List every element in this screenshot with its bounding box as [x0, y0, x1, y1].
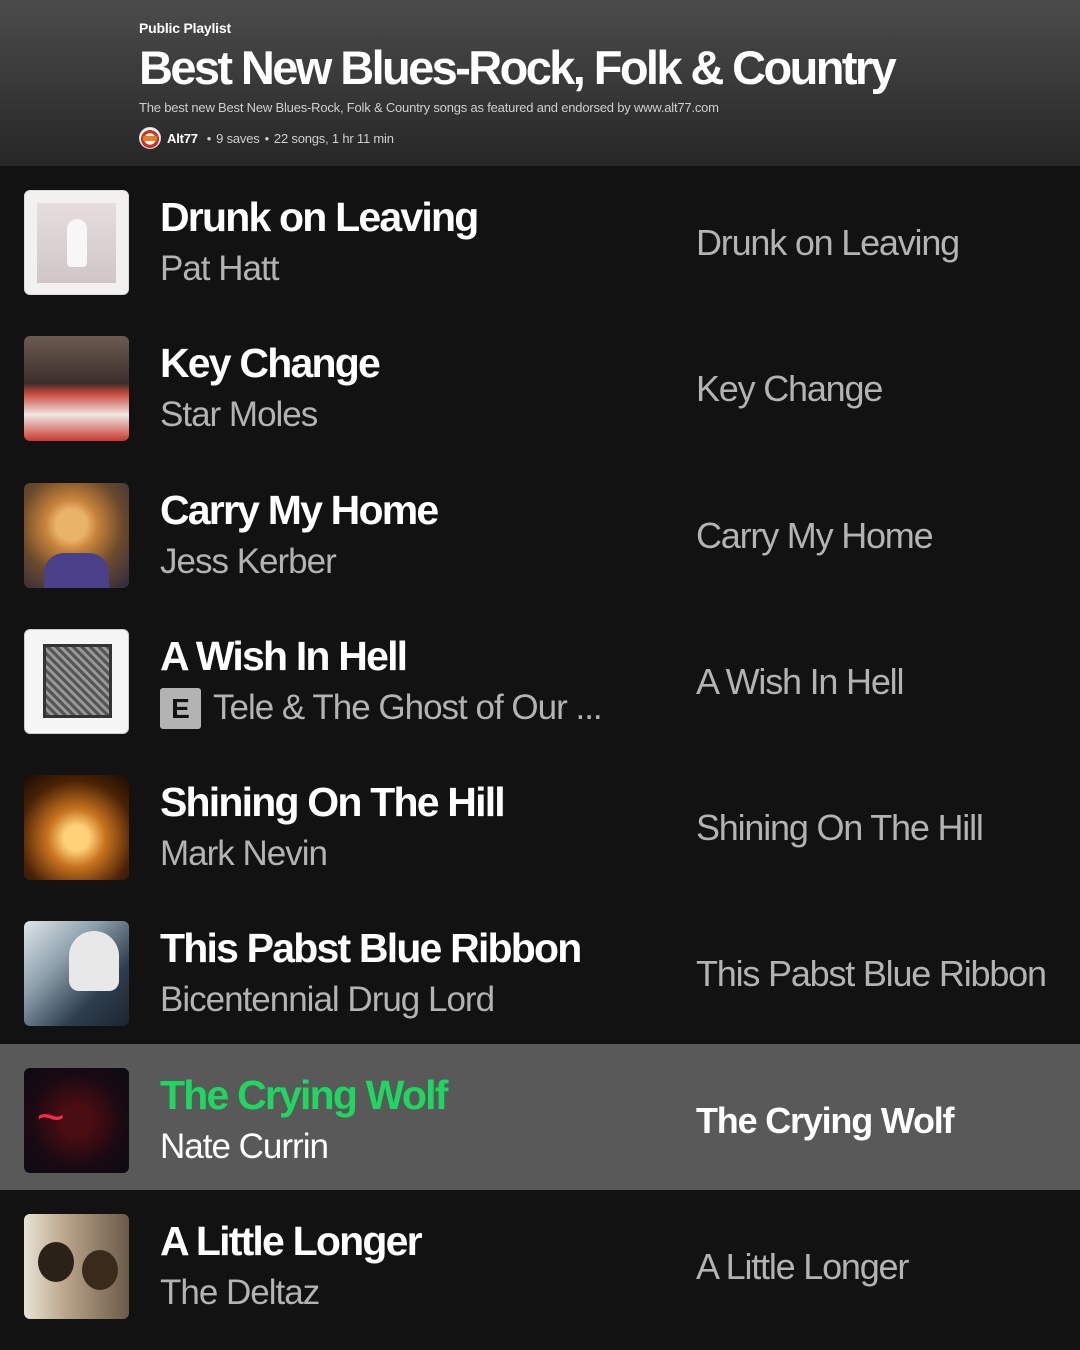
- meta-separator: •: [264, 130, 270, 146]
- track-row[interactable]: This Pabst Blue Ribbon Bicentennial Drug…: [0, 897, 1080, 1043]
- track-album[interactable]: A Little Longer: [696, 1246, 909, 1288]
- track-album[interactable]: Drunk on Leaving: [696, 222, 960, 264]
- track-album[interactable]: Key Change: [696, 368, 883, 410]
- track-title[interactable]: A Little Longer: [160, 1218, 423, 1265]
- track-artist[interactable]: Jess Kerber: [160, 542, 337, 582]
- album-art[interactable]: [24, 628, 129, 734]
- track-row[interactable]: A Little Longer The Deltaz A Little Long…: [0, 1190, 1080, 1336]
- playlist-meta: Alt77 • 9 saves • 22 songs, 1 hr 11 min: [139, 127, 1060, 149]
- track-row-active[interactable]: The Crying Wolf Nate Currin The Crying W…: [0, 1043, 1080, 1191]
- album-art[interactable]: [24, 775, 129, 881]
- track-album[interactable]: Shining On The Hill: [696, 807, 984, 849]
- track-title[interactable]: The Crying Wolf: [160, 1072, 448, 1119]
- playlist-header: Public Playlist Best New Blues-Rock, Fol…: [0, 0, 1080, 166]
- track-row[interactable]: Key Change Star Moles Key Change: [0, 312, 1080, 458]
- track-row[interactable]: Shining On The Hill Mark Nevin Shining O…: [0, 751, 1080, 897]
- track-artist[interactable]: Tele & The Ghost of Our ...: [213, 688, 603, 728]
- track-artist[interactable]: Bicentennial Drug Lord: [160, 980, 495, 1020]
- track-title[interactable]: Drunk on Leaving: [160, 194, 479, 241]
- track-artist[interactable]: Pat Hatt: [160, 249, 279, 289]
- track-album[interactable]: A Wish In Hell: [696, 661, 904, 703]
- track-artist[interactable]: Mark Nevin: [160, 834, 328, 874]
- playlist-title: Best New Blues-Rock, Folk & Country: [139, 41, 897, 94]
- playlist-description: The best new Best New Blues-Rock, Folk &…: [139, 100, 719, 115]
- meta-separator: •: [206, 130, 212, 146]
- album-art[interactable]: [24, 1214, 129, 1320]
- album-art[interactable]: [24, 921, 129, 1027]
- track-artist[interactable]: Nate Currin: [160, 1127, 329, 1167]
- track-album[interactable]: Carry My Home: [696, 515, 934, 557]
- track-row[interactable]: Drunk on Leaving Pat Hatt Drunk on Leavi…: [0, 166, 1080, 312]
- track-row[interactable]: A Wish In Hell E Tele & The Ghost of Our…: [0, 605, 1080, 751]
- owner-avatar[interactable]: [139, 127, 161, 149]
- track-album[interactable]: This Pabst Blue Ribbon: [696, 953, 1047, 995]
- track-list: Drunk on Leaving Pat Hatt Drunk on Leavi…: [0, 166, 1080, 1336]
- track-title[interactable]: This Pabst Blue Ribbon: [160, 925, 582, 972]
- album-art[interactable]: [24, 482, 129, 588]
- track-title[interactable]: Key Change: [160, 340, 381, 387]
- track-title[interactable]: Shining On The Hill: [160, 779, 506, 826]
- track-artist[interactable]: Star Moles: [160, 395, 318, 435]
- album-art[interactable]: [24, 1067, 129, 1173]
- track-title[interactable]: Carry My Home: [160, 487, 439, 534]
- playlist-summary: 22 songs, 1 hr 11 min: [273, 130, 394, 146]
- track-row[interactable]: Carry My Home Jess Kerber Carry My Home: [0, 459, 1080, 605]
- playlist-saves: 9 saves: [216, 130, 260, 146]
- playlist-type-label: Public Playlist: [139, 20, 231, 36]
- album-art[interactable]: [24, 190, 129, 295]
- track-artist[interactable]: The Deltaz: [160, 1273, 320, 1313]
- track-title[interactable]: A Wish In Hell: [160, 633, 408, 680]
- explicit-badge: E: [160, 687, 201, 729]
- owner-name-link[interactable]: Alt77: [167, 131, 198, 146]
- track-album[interactable]: The Crying Wolf: [696, 1100, 955, 1142]
- album-art[interactable]: [24, 336, 129, 442]
